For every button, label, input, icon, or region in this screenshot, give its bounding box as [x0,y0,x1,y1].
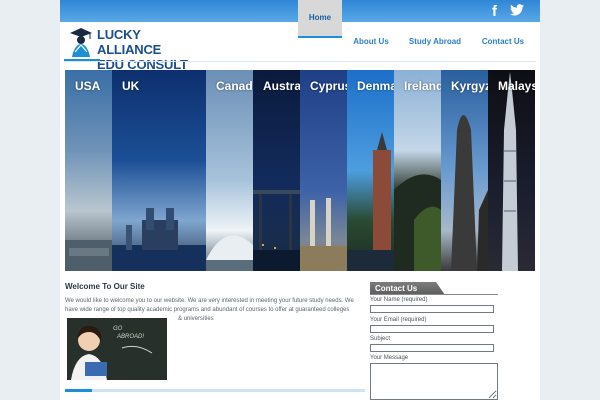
slider-label-cyprus: Cyprus [310,79,347,93]
slider-panel-cyprus[interactable]: Cyprus [300,70,347,271]
slider-panel-kyrgyzstan[interactable]: Kyrgyzstan [441,70,488,271]
subject-label: Subject [370,336,391,342]
slider-label-usa: USA [75,79,101,93]
facebook-icon[interactable]: f [492,3,497,20]
slider-panel-denmark[interactable]: Denmark [347,70,394,271]
slider-panel-australia[interactable]: Australia [253,70,300,271]
message-label: Your Message [370,355,409,361]
slider-label-denmark: Denmark [357,79,394,93]
svg-text:ABROAD!: ABROAD! [116,334,144,340]
welcome-progress-fill [65,389,92,392]
slider-panel-ireland[interactable]: Ireland [394,70,441,271]
logo-line1: LUCKY ALLIANCE [97,27,162,57]
subject-field[interactable] [370,344,494,352]
message-field[interactable] [370,363,498,400]
slider-panel-malaysia[interactable]: Malaysia [488,70,535,271]
name-field[interactable] [370,305,494,313]
twitter-icon[interactable] [510,3,524,19]
svg-text:GO: GO [113,326,123,332]
slider-label-ireland: Ireland [404,79,441,93]
nav-about-us[interactable]: About Us [350,24,392,60]
welcome-text-tail: & universities [178,316,214,322]
slider-label-kyrgyzstan: Kyrgyzstan [451,79,488,93]
nav-study-abroad[interactable]: Study Abroad [406,24,464,60]
logo[interactable]: LUCKY ALLIANCE EDU CONSULT [66,26,206,72]
student-photo: GO ABROAD! [67,318,167,380]
welcome-progress-bar [65,389,365,392]
graduate-logo-icon [70,28,92,57]
logo-text: LUCKY ALLIANCE EDU CONSULT [97,27,206,72]
slider-label-canada: Canada [216,79,253,93]
nav-contact-us[interactable]: Contact Us [478,24,528,60]
name-label: Your Name (required) [370,297,428,303]
contact-divider [370,294,498,295]
slider-label-malaysia: Malaysia [498,79,535,93]
country-slider: USA UK Canada Australia Cyprus Denmark I… [65,70,535,271]
slider-label-uk: UK [122,79,140,93]
email-label: Your Email (required) [370,317,427,323]
nav-home[interactable]: Home [298,0,342,38]
slider-panel-canada[interactable]: Canada [206,70,253,271]
slider-panel-usa[interactable]: USA [65,70,112,271]
welcome-title: Welcome To Our Site [65,282,145,291]
email-field[interactable] [370,325,494,333]
slider-label-australia: Australia [263,79,300,93]
nav-divider [64,61,536,62]
slider-panel-uk[interactable]: UK [112,70,206,271]
welcome-text: We would like to welcome you to our webs… [65,298,354,313]
